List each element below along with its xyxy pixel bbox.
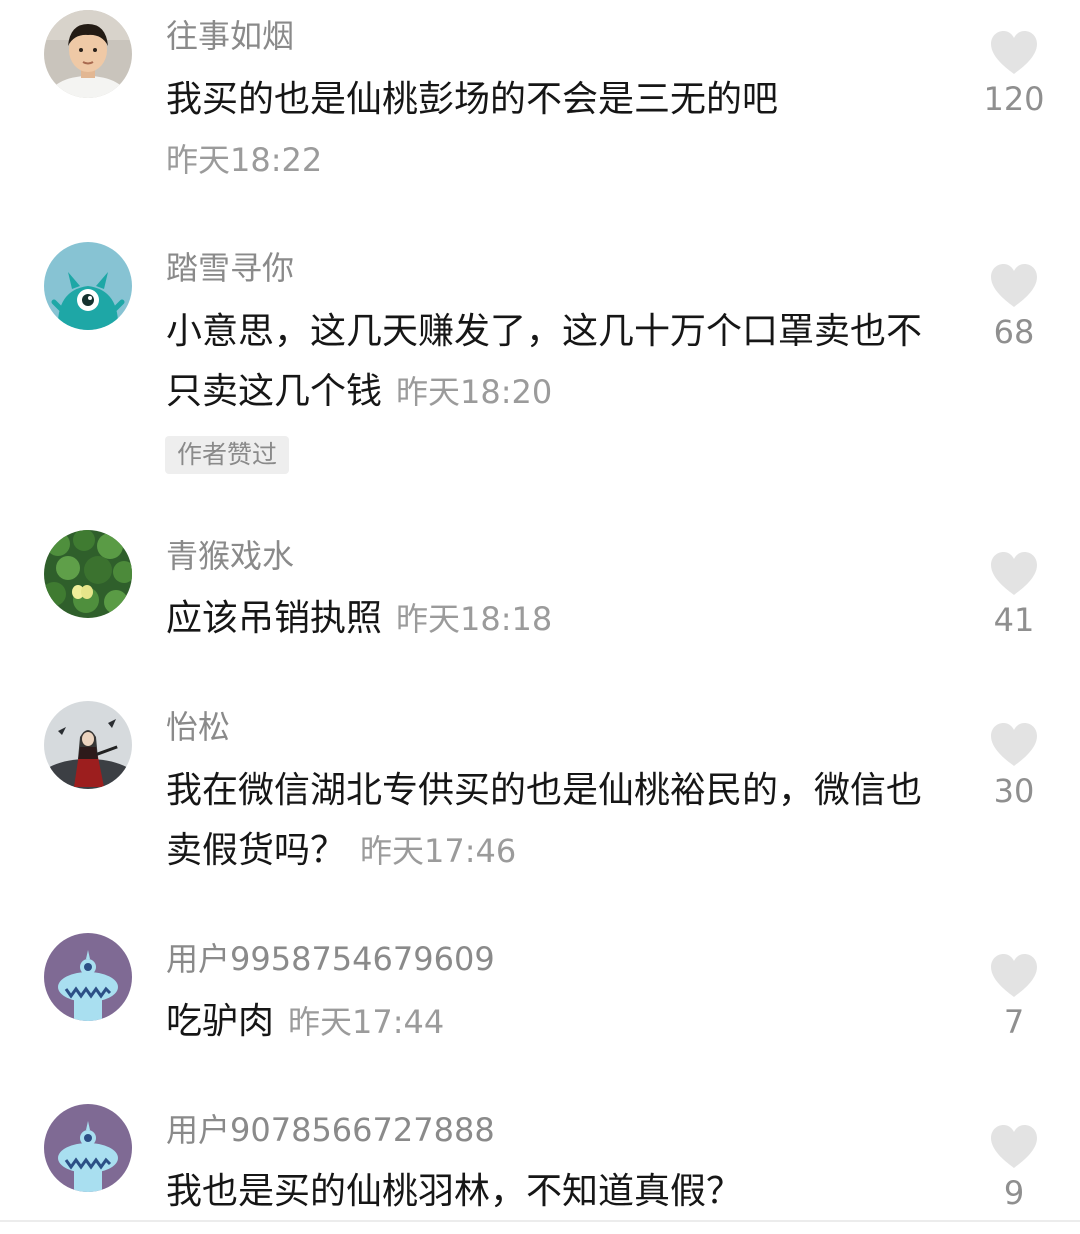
avatar[interactable] — [44, 530, 132, 618]
default-purple-monster-avatar-icon — [44, 1104, 132, 1192]
comment-text: 小意思，这几天赚发了，这几十万个口罩卖也不只卖这几个钱 昨天18:20 — [166, 302, 946, 422]
username[interactable]: 用户9958754679609 — [166, 939, 495, 979]
heart-icon — [991, 723, 1037, 766]
heart-icon — [991, 1125, 1037, 1168]
green-leaves-avatar-icon — [44, 530, 132, 618]
like-count: 9 — [1003, 1174, 1025, 1212]
teal-monster-avatar-icon — [44, 242, 132, 330]
like-count: 7 — [1003, 1003, 1025, 1041]
username[interactable]: 青猴戏水 — [166, 536, 294, 576]
comment-body: 我买的也是仙桃彭场的不会是三无的吧 — [166, 79, 779, 120]
comment-body: 我也是买的仙桃羽林，不知道真假？ — [166, 1171, 743, 1212]
heart-icon — [991, 264, 1037, 307]
comment-time: 昨天18:22 — [166, 141, 323, 179]
avatar[interactable] — [44, 701, 132, 789]
like-button[interactable]: 7 — [974, 953, 1054, 1043]
comment-body: 应该吊销执照 — [166, 598, 383, 639]
heart-icon — [991, 552, 1037, 595]
avatar[interactable] — [44, 933, 132, 1021]
heart-icon — [991, 954, 1037, 997]
username[interactable]: 用户9078566727888 — [166, 1110, 495, 1150]
like-button[interactable]: 9 — [974, 1124, 1054, 1214]
bottom-divider — [0, 1220, 1080, 1222]
comment-time: 昨天18:20 — [396, 373, 553, 411]
like-button[interactable]: 120 — [974, 30, 1054, 120]
comment-time: 昨天17:46 — [360, 832, 517, 870]
comment-body: 我在微信湖北专供买的也是仙桃裕民的，微信也卖假货吗？ — [166, 770, 923, 871]
like-button[interactable]: 41 — [974, 551, 1054, 641]
like-count: 30 — [993, 772, 1035, 810]
avatar[interactable] — [44, 10, 132, 98]
username[interactable]: 踏雪寻你 — [166, 248, 294, 288]
username[interactable]: 怡松 — [166, 707, 230, 747]
comment-text: 吃驴肉 昨天17:44 — [166, 992, 946, 1052]
comment-text: 我也是买的仙桃羽林，不知道真假？ — [166, 1162, 946, 1222]
red-robed-figure-avatar-icon — [44, 701, 132, 789]
avatar[interactable] — [44, 242, 132, 330]
like-button[interactable]: 30 — [974, 722, 1054, 812]
boy-photo-avatar-icon — [44, 10, 132, 98]
comment-text: 应该吊销执照 昨天18:18 — [166, 589, 946, 649]
comment-text: 我在微信湖北专供买的也是仙桃裕民的，微信也卖假货吗？ 昨天17:46 — [166, 761, 946, 881]
heart-icon — [991, 31, 1037, 74]
author-liked-badge: 作者赞过 — [165, 436, 290, 474]
comment-text: 我买的也是仙桃彭场的不会是三无的吧 — [166, 70, 946, 130]
like-count: 41 — [993, 601, 1035, 639]
comment-time: 昨天18:18 — [396, 600, 553, 638]
default-purple-monster-avatar-icon — [44, 933, 132, 1021]
username[interactable]: 往事如烟 — [166, 16, 294, 56]
avatar[interactable] — [44, 1104, 132, 1192]
like-count: 68 — [993, 313, 1035, 351]
like-button[interactable]: 68 — [974, 263, 1054, 353]
comment-body: 吃驴肉 — [166, 1001, 275, 1042]
comment-time: 昨天17:44 — [288, 1003, 445, 1041]
like-count: 120 — [983, 80, 1045, 118]
